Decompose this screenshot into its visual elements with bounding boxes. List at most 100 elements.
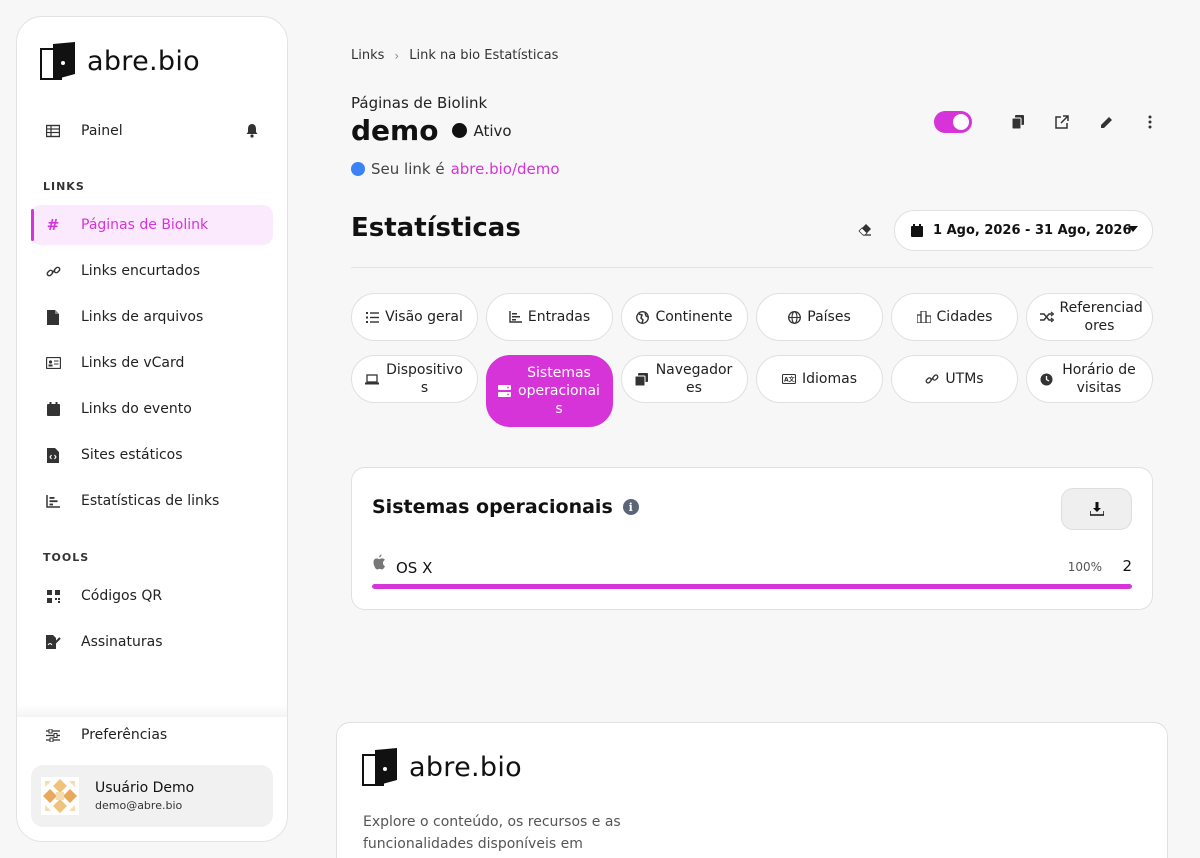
tab-browsers[interactable]: Navegador es [621, 355, 748, 403]
copy-button[interactable] [1004, 108, 1032, 136]
tab-entries[interactable]: Entradas [486, 293, 613, 341]
section-label-tools: TOOLS [43, 551, 90, 564]
link-prefix: Seu link é [371, 160, 445, 178]
os-count: 2 [1122, 557, 1132, 575]
sidebar-item-label: Links de arquivos [81, 309, 204, 325]
tab-label: Horário de visitas [1062, 362, 1136, 396]
tab-label: Referenciad ores [1059, 300, 1143, 334]
download-button[interactable] [1061, 488, 1132, 530]
sidebar-item-vcard-links[interactable]: Links de vCard [31, 343, 273, 383]
tab-label: Países [807, 309, 851, 325]
user-email: demo@abre.bio [95, 799, 183, 812]
bell-icon[interactable] [245, 123, 259, 142]
biolink-url[interactable]: abre.bio/demo [451, 160, 560, 178]
vcard-icon [45, 355, 61, 371]
active-toggle[interactable] [934, 111, 972, 133]
sidebar-item-link-stats[interactable]: Estatísticas de links [31, 481, 273, 521]
chevron-right-icon: › [394, 48, 400, 63]
sidebar-item-label: Assinaturas [81, 634, 163, 650]
sidebar-item-preferences[interactable]: Preferências [31, 715, 273, 755]
tab-overview[interactable]: Visão geral [351, 293, 478, 341]
tab-utms[interactable]: UTMs [891, 355, 1018, 403]
sidebar-item-painel[interactable]: Painel [31, 111, 273, 151]
eraser-icon [858, 224, 871, 236]
tab-visit-hours[interactable]: Horário de visitas [1026, 355, 1153, 403]
page-kicker: Páginas de Biolink [351, 94, 488, 112]
sidebar-item-biolink-pages[interactable]: # Páginas de Biolink [31, 205, 273, 245]
brand-name: abre.bio [87, 45, 200, 77]
user-card[interactable]: Usuário Demo demo@abre.bio [31, 765, 273, 827]
tab-languages[interactable]: A文 Idiomas [756, 355, 883, 403]
sidebar-item-label: Links do evento [81, 401, 192, 417]
link-line: Seu link é abre.bio/demo [351, 160, 560, 178]
status-badge: Ativo [473, 121, 512, 140]
sidebar-item-static-sites[interactable]: Sites estáticos [31, 435, 273, 475]
sidebar-item-label: Estatísticas de links [81, 493, 220, 509]
sidebar-item-signatures[interactable]: Assinaturas [31, 622, 273, 662]
window-icon [635, 372, 648, 386]
tab-label: Continente [655, 309, 733, 325]
tab-cities[interactable]: Cidades [891, 293, 1018, 341]
download-icon [1089, 502, 1104, 516]
date-range-label: 1 Ago, 2026 - 31 Ago, 2026 [933, 223, 1132, 238]
globe-americas-icon [636, 310, 650, 324]
laptop-icon [364, 373, 379, 385]
file-code-icon [45, 447, 61, 463]
kebab-menu-icon [1148, 115, 1152, 129]
list-icon [366, 311, 380, 323]
sidebar-item-label: Sites estáticos [81, 447, 183, 463]
breadcrumb: Links › Link na bio Estatísticas [351, 48, 558, 63]
footer-logo[interactable]: abre.bio [361, 747, 522, 787]
edit-button[interactable] [1092, 108, 1120, 136]
breadcrumb-current: Link na bio Estatísticas [409, 48, 559, 63]
server-icon [498, 385, 511, 397]
tab-operating-systems[interactable]: Sistemas operacionai s [486, 355, 613, 427]
link-icon [925, 372, 939, 386]
calendar-icon [45, 401, 61, 417]
tab-label: UTMs [945, 371, 984, 387]
os-percent: 100% [1067, 560, 1102, 574]
clock-icon [1040, 373, 1053, 386]
tab-label: Idiomas [802, 371, 857, 387]
bar-chart-icon [509, 311, 522, 323]
signature-icon [45, 634, 61, 650]
list-item: OS X 100% 2 [372, 554, 1132, 578]
tab-referrers[interactable]: Referenciad ores [1026, 293, 1153, 341]
footer-brand-name: abre.bio [409, 751, 522, 783]
tab-label: Navegador es [655, 362, 733, 396]
card-title-text: Sistemas operacionais [372, 496, 613, 518]
tab-label: Cidades [936, 309, 993, 325]
tab-devices[interactable]: Dispositivo s [351, 355, 478, 403]
tab-label: Visão geral [385, 309, 463, 325]
footer-card: abre.bio Explore o conteúdo, os recursos… [336, 722, 1168, 858]
open-external-button[interactable] [1048, 108, 1076, 136]
os-card-title: Sistemas operacionais i [372, 496, 639, 518]
sidebar-item-label: Painel [81, 123, 123, 139]
progress-fill [372, 584, 1132, 589]
clear-filter-button[interactable] [858, 222, 876, 240]
footer-description: Explore o conteúdo, os recursos e as fun… [363, 814, 621, 852]
divider [351, 267, 1153, 268]
brand-logo[interactable]: abre.bio [39, 41, 200, 81]
calendar-icon [911, 224, 923, 237]
blue-dot-icon [351, 162, 365, 176]
logo-mark-icon [40, 42, 75, 80]
pencil-icon [1100, 116, 1112, 128]
info-icon[interactable]: i [622, 499, 639, 515]
tab-continent[interactable]: Continente [621, 293, 748, 341]
sidebar: abre.bio Painel LINKS # Páginas de Bioli… [16, 16, 288, 842]
section-label-links: LINKS [43, 180, 85, 193]
tab-countries[interactable]: Países [756, 293, 883, 341]
progress-track [372, 584, 1132, 589]
more-options-button[interactable] [1136, 108, 1164, 136]
sidebar-item-qr-codes[interactable]: Códigos QR [31, 576, 273, 616]
date-range-button[interactable]: 1 Ago, 2026 - 31 Ago, 2026 [894, 210, 1153, 251]
sidebar-item-label: Links de vCard [81, 355, 185, 371]
sidebar-item-file-links[interactable]: Links de arquivos [31, 297, 273, 337]
tab-label: Dispositivo s [386, 362, 463, 396]
language-icon: A文 [782, 374, 796, 384]
tab-label: Sistemas operacionai s [518, 365, 600, 417]
sidebar-item-event-links[interactable]: Links do evento [31, 389, 273, 429]
breadcrumb-links[interactable]: Links [351, 48, 384, 63]
sidebar-item-short-links[interactable]: Links encurtados [31, 251, 273, 291]
